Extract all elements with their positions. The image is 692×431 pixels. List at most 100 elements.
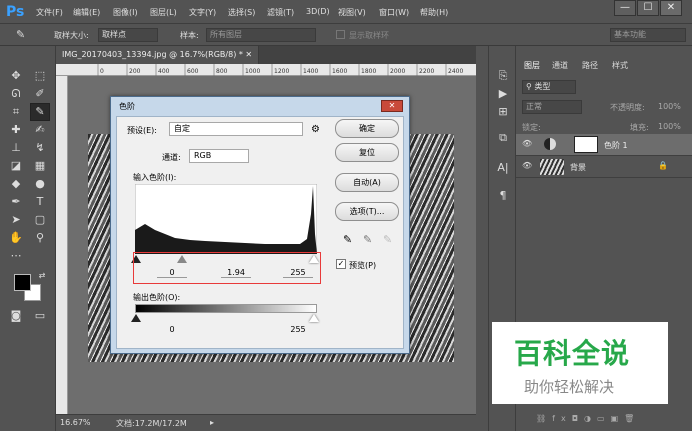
visibility-eye-icon[interactable]: 👁 bbox=[522, 161, 532, 170]
quick-mask-icon[interactable]: ◙ bbox=[8, 308, 24, 324]
ruler-tick-label: 2200 bbox=[419, 68, 434, 75]
menu-select[interactable]: 选择(S) bbox=[228, 7, 255, 18]
zoom-level[interactable]: 16.67% bbox=[60, 418, 91, 427]
crop-tool-icon[interactable]: ⌗ bbox=[8, 104, 24, 120]
layer-name[interactable]: 背景 bbox=[570, 162, 586, 173]
preset-dropdown[interactable]: 自定 bbox=[169, 122, 303, 136]
healing-tool-icon[interactable]: ✚ bbox=[8, 122, 24, 138]
clone-source-panel-icon[interactable]: ⧉ bbox=[495, 130, 511, 146]
swap-colors-icon[interactable]: ⇄ bbox=[34, 268, 50, 284]
opacity-value[interactable]: 100% bbox=[658, 102, 681, 111]
options-button[interactable]: 选项(T)... bbox=[335, 202, 399, 221]
status-arrow-icon[interactable]: ▸ bbox=[210, 418, 214, 427]
menu-view[interactable]: 视图(V) bbox=[338, 7, 366, 18]
layer-mask-thumbnail[interactable] bbox=[574, 136, 598, 153]
menu-filter[interactable]: 滤镜(T) bbox=[267, 7, 294, 18]
output-white-field[interactable]: 255 bbox=[283, 325, 313, 334]
reset-button[interactable]: 复位 bbox=[335, 143, 399, 162]
eraser-tool-icon[interactable]: ◪ bbox=[8, 158, 24, 174]
menu-type[interactable]: 文字(Y) bbox=[189, 7, 216, 18]
close-button[interactable]: ✕ bbox=[660, 0, 682, 16]
fill-value[interactable]: 100% bbox=[658, 122, 681, 131]
type-tool-icon[interactable]: T bbox=[32, 194, 48, 210]
menu-file[interactable]: 文件(F) bbox=[36, 7, 63, 18]
output-black-field[interactable]: 0 bbox=[157, 325, 187, 334]
layer-row-levels[interactable]: 👁 色阶 1 bbox=[516, 134, 692, 156]
foreground-color-swatch[interactable] bbox=[14, 274, 31, 291]
blend-mode-dropdown[interactable]: 正常 bbox=[522, 100, 582, 114]
doc-info[interactable]: 文档:17.2M/17.2M bbox=[116, 418, 187, 429]
actions-panel-icon[interactable]: ▶ bbox=[495, 86, 511, 102]
layer-name[interactable]: 色阶 1 bbox=[604, 140, 628, 151]
path-select-tool-icon[interactable]: ➤ bbox=[8, 212, 24, 228]
menu-window[interactable]: 窗口(W) bbox=[379, 7, 409, 18]
white-point-eyedropper-icon[interactable]: ✎ bbox=[383, 233, 392, 246]
menu-edit[interactable]: 编辑(E) bbox=[73, 7, 100, 18]
move-tool-icon[interactable]: ✥ bbox=[8, 68, 24, 84]
ruler-ticks: 0 200 400 600 800 1000 1200 1400 1600 1800 2000 220… bbox=[97, 64, 463, 76]
histogram bbox=[135, 184, 317, 254]
output-white-slider[interactable] bbox=[309, 314, 319, 322]
brush-tool-icon[interactable]: ✍ bbox=[32, 122, 48, 138]
vertical-ruler bbox=[56, 76, 68, 414]
preset-options-gear-icon[interactable]: ⚙ bbox=[311, 124, 320, 135]
black-point-eyedropper-icon[interactable]: ✎ bbox=[343, 233, 352, 246]
show-ring-checkbox[interactable] bbox=[336, 30, 345, 39]
stamp-tool-icon[interactable]: ⊥ bbox=[8, 140, 24, 156]
eyedropper-tool-icon[interactable]: ✎ bbox=[30, 103, 50, 121]
workspace-dropdown[interactable]: 基本功能 bbox=[610, 28, 686, 42]
tab-paths[interactable]: 路径 bbox=[582, 60, 598, 71]
menu-layer[interactable]: 图层(L) bbox=[150, 7, 177, 18]
gray-point-eyedropper-icon[interactable]: ✎ bbox=[363, 233, 372, 246]
tools-panel: ✥ ⬚ ᘏ ✐ ⌗ ✎ ✚ ✍ ⊥ ↯ ◪ ▦ ◆ ● ✒ T ➤ ▢ ✋ ⚲ … bbox=[0, 46, 56, 431]
tab-channels[interactable]: 通道 bbox=[552, 60, 568, 71]
history-brush-tool-icon[interactable]: ↯ bbox=[32, 140, 48, 156]
blur-tool-icon[interactable]: ◆ bbox=[8, 176, 24, 192]
ruler-tick-label: 800 bbox=[216, 68, 228, 75]
menu-3d[interactable]: 3D(D) bbox=[306, 7, 330, 16]
sample-label: 样本: bbox=[180, 31, 199, 40]
maximize-button[interactable]: ☐ bbox=[637, 0, 659, 16]
shape-tool-icon[interactable]: ▢ bbox=[32, 212, 48, 228]
dialog-title: 色阶 bbox=[119, 102, 135, 111]
channel-dropdown[interactable]: RGB bbox=[189, 149, 249, 163]
document-tab[interactable]: IMG_20170403_13394.jpg @ 16.7%(RGB/8) * … bbox=[56, 46, 260, 64]
zoom-tool-icon[interactable]: ⚲ bbox=[32, 230, 48, 246]
output-black-slider[interactable] bbox=[131, 314, 141, 322]
minimize-button[interactable]: — bbox=[614, 0, 636, 16]
screen-mode-icon[interactable]: ▭ bbox=[32, 308, 48, 324]
sample-dropdown[interactable]: 所有图层 bbox=[206, 28, 316, 42]
close-tab-icon[interactable]: ✕ bbox=[245, 50, 252, 59]
properties-panel-icon[interactable]: ⊞ bbox=[495, 104, 511, 120]
filter-kind: 类型 bbox=[534, 82, 551, 91]
menu-help[interactable]: 帮助(H) bbox=[420, 7, 448, 18]
watermark-logo: 百科全说 助你轻松解决 bbox=[492, 322, 668, 404]
character-panel-icon[interactable]: A| bbox=[495, 160, 511, 176]
visibility-eye-icon[interactable]: 👁 bbox=[522, 139, 532, 148]
paragraph-panel-icon[interactable]: ¶ bbox=[495, 188, 511, 204]
tab-styles[interactable]: 样式 bbox=[612, 60, 628, 71]
more-tools-icon[interactable]: ⋯ bbox=[8, 248, 24, 264]
eyedropper-icon[interactable]: ✎ bbox=[16, 28, 25, 41]
marquee-tool-icon[interactable]: ⬚ bbox=[32, 68, 48, 84]
layer-row-background[interactable]: 👁 背景 🔒 bbox=[516, 156, 692, 178]
menu-image[interactable]: 图像(I) bbox=[113, 7, 138, 18]
auto-button[interactable]: 自动(A) bbox=[335, 173, 399, 192]
tab-layers[interactable]: 图层 bbox=[524, 60, 540, 71]
lasso-tool-icon[interactable]: ᘏ bbox=[8, 86, 24, 102]
dodge-tool-icon[interactable]: ● bbox=[32, 176, 48, 192]
preview-checkbox[interactable]: ✓ bbox=[336, 259, 346, 269]
layer-filter-dropdown[interactable]: ⚲ 类型 bbox=[522, 80, 576, 94]
dialog-close-button[interactable]: ✕ bbox=[381, 100, 403, 112]
highlight-box bbox=[133, 252, 321, 284]
ok-button[interactable]: 确定 bbox=[335, 119, 399, 138]
quick-select-tool-icon[interactable]: ✐ bbox=[32, 86, 48, 102]
layer-actions-icons[interactable]: ⛓fx◘◑▭▣🗑 bbox=[536, 414, 640, 423]
lock-label: 锁定: bbox=[522, 123, 541, 132]
sample-size-dropdown[interactable]: 取样点 bbox=[98, 28, 158, 42]
history-panel-icon[interactable]: ⎘ bbox=[495, 68, 511, 84]
pen-tool-icon[interactable]: ✒ bbox=[8, 194, 24, 210]
ruler-tick-label: 0 bbox=[100, 68, 104, 75]
hand-tool-icon[interactable]: ✋ bbox=[8, 230, 24, 246]
gradient-tool-icon[interactable]: ▦ bbox=[32, 158, 48, 174]
